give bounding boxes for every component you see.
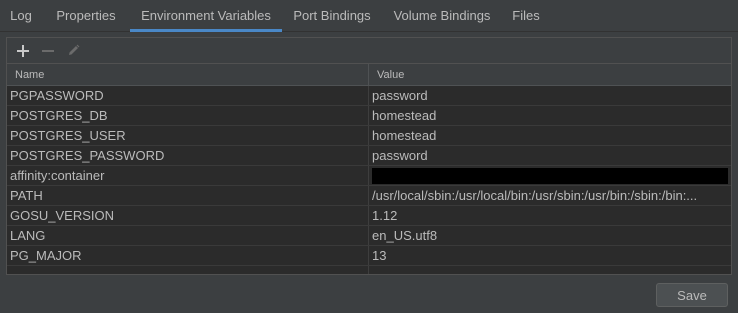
env-table-body: PGPASSWORD password POSTGRES_DB homestea… <box>7 86 731 274</box>
variable-name[interactable]: POSTGRES_USER <box>7 126 369 145</box>
variable-value[interactable]: homestead <box>369 106 731 125</box>
toolbar <box>7 38 731 64</box>
variable-name[interactable] <box>7 266 369 274</box>
variable-value[interactable]: /usr/local/sbin:/usr/local/bin:/usr/sbin… <box>369 186 731 205</box>
variable-name[interactable]: affinity:container <box>7 166 369 185</box>
table-row[interactable]: POSTGRES_PASSWORD password <box>7 146 731 166</box>
table-row-partial[interactable] <box>7 266 731 274</box>
tab-port-bindings[interactable]: Port Bindings <box>282 0 382 31</box>
run-configuration-panel: Log Properties Environment Variables Por… <box>0 0 738 313</box>
table-row[interactable]: POSTGRES_USER homestead <box>7 126 731 146</box>
environment-variables-panel: Name Value PGPASSWORD password POSTGRES_… <box>6 37 732 275</box>
variable-value[interactable]: en_US.utf8 <box>369 226 731 245</box>
tab-files[interactable]: Files <box>502 0 550 31</box>
table-row[interactable]: LANG en_US.utf8 <box>7 226 731 246</box>
tab-environment-variables[interactable]: Environment Variables <box>130 0 282 32</box>
table-header: Name Value <box>7 64 731 86</box>
tab-bar: Log Properties Environment Variables Por… <box>0 0 738 32</box>
variable-name[interactable]: PGPASSWORD <box>7 86 369 105</box>
variable-name[interactable]: POSTGRES_PASSWORD <box>7 146 369 165</box>
variable-name[interactable]: GOSU_VERSION <box>7 206 369 225</box>
variable-value[interactable]: password <box>369 146 731 165</box>
variable-value[interactable]: 1.12 <box>369 206 731 225</box>
variable-value[interactable] <box>369 166 731 185</box>
tab-volume-bindings[interactable]: Volume Bindings <box>382 0 502 31</box>
remove-variable-button[interactable] <box>38 41 58 61</box>
variable-name[interactable]: POSTGRES_DB <box>7 106 369 125</box>
table-row[interactable]: affinity:container <box>7 166 731 186</box>
tab-properties[interactable]: Properties <box>42 0 130 31</box>
table-row[interactable]: GOSU_VERSION 1.12 <box>7 206 731 226</box>
variable-value[interactable]: homestead <box>369 126 731 145</box>
table-row[interactable]: PG_MAJOR 13 <box>7 246 731 266</box>
column-header-value[interactable]: Value <box>369 64 731 85</box>
plus-icon <box>17 44 29 57</box>
minus-icon <box>42 49 54 52</box>
tab-log[interactable]: Log <box>0 0 42 31</box>
pencil-icon <box>68 44 79 55</box>
add-variable-button[interactable] <box>13 41 33 61</box>
table-row[interactable]: PGPASSWORD password <box>7 86 731 106</box>
redacted-value-block <box>372 167 728 184</box>
variable-value[interactable]: 13 <box>369 246 731 265</box>
variable-value[interactable]: password <box>369 86 731 105</box>
edit-variable-button[interactable] <box>63 41 83 61</box>
table-row[interactable]: POSTGRES_DB homestead <box>7 106 731 126</box>
table-row[interactable]: PATH /usr/local/sbin:/usr/local/bin:/usr… <box>7 186 731 206</box>
variable-value[interactable] <box>369 266 731 274</box>
column-header-name[interactable]: Name <box>7 64 369 85</box>
save-button[interactable]: Save <box>656 283 728 307</box>
variable-name[interactable]: PG_MAJOR <box>7 246 369 265</box>
variable-name[interactable]: PATH <box>7 186 369 205</box>
variable-name[interactable]: LANG <box>7 226 369 245</box>
